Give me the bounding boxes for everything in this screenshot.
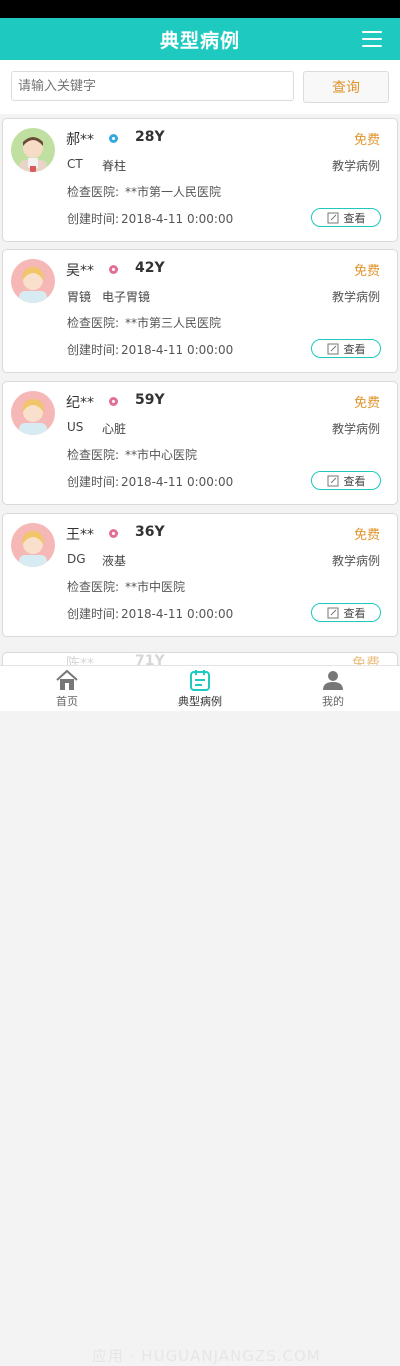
hospital-row: 检查医院: **市中医院 [67, 578, 191, 595]
view-button[interactable]: 查看 [311, 208, 381, 227]
patient-age: 59Y [135, 392, 165, 408]
menu-icon[interactable] [362, 31, 382, 47]
tab-typical-cases[interactable]: 典型病例 [155, 669, 245, 711]
user-icon [323, 671, 343, 690]
patient-age: 36Y [135, 524, 165, 540]
view-label: 查看 [343, 606, 366, 620]
case-card[interactable]: 纪** 59Y 免费 US 心脏 教学病例 检查医院: **市中心医院 创建时间:… [2, 381, 398, 505]
case-category: 教学病例 [331, 290, 380, 304]
search-bar: 查询 [0, 60, 400, 114]
hospital-row: 检查医院: **市第三人民医院 [67, 314, 227, 331]
view-button[interactable]: 查看 [311, 603, 381, 622]
created-time: 2018-4-11 0:00:00 [121, 343, 234, 357]
created-label: 创建时间: [67, 607, 120, 621]
gender-female-icon [109, 265, 118, 274]
case-category: 教学病例 [331, 159, 380, 173]
male-avatar [11, 128, 55, 172]
status-bar [0, 0, 400, 18]
hospital-label: 检查医院: [67, 580, 120, 594]
tab-mine[interactable]: 我的 [288, 669, 378, 711]
hospital-name: **市第一人民医院 [125, 185, 222, 199]
edit-icon [327, 343, 338, 354]
watermark-text: 应用 · HUGUANJANGZS.COM [92, 1347, 321, 1365]
edit-icon [327, 212, 338, 223]
patient-name: 郝** [66, 132, 94, 148]
search-button[interactable]: 查询 [303, 71, 389, 103]
female-avatar [11, 523, 55, 567]
gender-female-icon [109, 529, 118, 538]
exam-type: US [67, 420, 84, 434]
app-header: 典型病例 [0, 18, 400, 60]
created-row: 创建时间: 2018-4-11 0:00:00 [67, 473, 235, 490]
price-label: 免费 [353, 528, 380, 543]
hospital-label: 检查医院: [67, 185, 120, 199]
patient-name: 纪** [66, 395, 94, 411]
tab-label: 典型病例 [178, 695, 222, 708]
exam-type: DG [67, 552, 86, 566]
created-time: 2018-4-11 0:00:00 [121, 212, 234, 226]
tab-label: 首页 [56, 695, 78, 708]
view-label: 查看 [343, 211, 366, 225]
hospital-label: 检查医院: [67, 316, 120, 330]
created-label: 创建时间: [67, 475, 120, 489]
case-card[interactable]: 吴** 42Y 免费 胃镜 电子胃镜 教学病例 检查医院: **市第三人民医院 创… [2, 249, 398, 373]
view-label: 查看 [343, 342, 366, 356]
created-label: 创建时间: [67, 343, 120, 357]
female-avatar [11, 259, 55, 303]
edit-icon [327, 607, 338, 618]
view-button[interactable]: 查看 [311, 471, 381, 490]
created-row: 创建时间: 2018-4-11 0:00:00 [67, 605, 235, 622]
edit-icon [327, 475, 338, 486]
hospital-label: 检查医院: [67, 448, 120, 462]
tab-home[interactable]: 首页 [22, 669, 112, 711]
price-label: 免费 [353, 396, 380, 411]
bottom-tab-bar: 首页 典型病例 我的 应用 · HUGUANJANGZS.COM [0, 665, 400, 1365]
exam-part: 液基 [102, 554, 127, 568]
exam-part: 脊柱 [102, 159, 127, 173]
exam-part: 电子胃镜 [102, 290, 151, 304]
created-time: 2018-4-11 0:00:00 [121, 607, 234, 621]
hospital-name: **市中心医院 [125, 448, 198, 462]
exam-type: CT [67, 157, 83, 171]
created-time: 2018-4-11 0:00:00 [121, 475, 234, 489]
hospital-name: **市第三人民医院 [125, 316, 222, 330]
patient-name: 吴** [66, 263, 94, 279]
case-category: 教学病例 [331, 422, 380, 436]
search-input[interactable] [11, 71, 294, 101]
exam-part: 心脏 [102, 422, 127, 436]
created-row: 创建时间: 2018-4-11 0:00:00 [67, 210, 235, 227]
patient-age: 42Y [135, 260, 165, 276]
page-title: 典型病例 [159, 29, 240, 52]
patient-name: 王** [66, 527, 94, 543]
hospital-name: **市中医院 [125, 580, 186, 594]
gender-male-icon [109, 134, 118, 143]
home-icon [56, 669, 78, 690]
gender-female-icon [109, 397, 118, 406]
view-label: 查看 [343, 474, 366, 488]
female-avatar [11, 391, 55, 435]
exam-type: 胃镜 [67, 290, 92, 304]
price-label: 免费 [353, 133, 380, 148]
tab-label: 我的 [322, 695, 344, 708]
view-button[interactable]: 查看 [311, 339, 381, 358]
hospital-row: 检查医院: **市中心医院 [67, 446, 203, 463]
case-card[interactable]: 郝** 28Y 免费 CT 脊柱 教学病例 检查医院: **市第一人民医院 创建时… [2, 118, 398, 242]
created-row: 创建时间: 2018-4-11 0:00:00 [67, 341, 235, 358]
hospital-row: 检查医院: **市第一人民医院 [67, 183, 227, 200]
case-card[interactable]: 王** 36Y 免费 DG 液基 教学病例 检查医院: **市中医院 创建时间: 2… [2, 513, 398, 637]
case-list-icon [190, 670, 210, 691]
patient-age: 28Y [135, 129, 165, 145]
case-category: 教学病例 [331, 554, 380, 568]
price-label: 免费 [353, 264, 380, 279]
created-label: 创建时间: [67, 212, 120, 226]
